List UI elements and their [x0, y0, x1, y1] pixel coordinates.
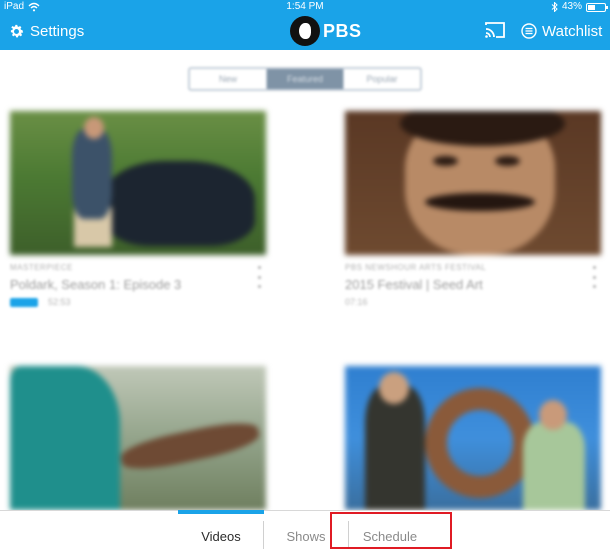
video-card[interactable]: [10, 366, 266, 510]
tab-shows[interactable]: Shows: [264, 511, 348, 560]
video-thumbnail[interactable]: [345, 366, 601, 510]
bluetooth-icon: [551, 2, 558, 12]
episode-title: 2015 Festival | Seed Art: [345, 277, 483, 292]
video-thumbnail[interactable]: [345, 111, 601, 255]
segment-popular[interactable]: Popular: [344, 69, 420, 89]
episode-title: Poldark, Season 1: Episode 3: [10, 277, 182, 292]
video-meta: PBS NEWSHOUR ARTS FESTIVAL 2015 Festival…: [345, 263, 601, 307]
more-options-icon[interactable]: [591, 266, 597, 288]
video-card[interactable]: PBS NEWSHOUR ARTS FESTIVAL 2015 Festival…: [345, 111, 601, 307]
top-bar: iPad 1:54 PM 43% Settings PBS Watchlist: [0, 0, 610, 50]
watchlist-icon: [521, 23, 537, 39]
pbs-logo: PBS: [290, 16, 362, 46]
video-meta: MASTERPIECE Poldark, Season 1: Episode 3…: [10, 263, 266, 307]
pbs-head-icon: [290, 16, 320, 46]
battery-icon: [586, 2, 608, 12]
bottom-tab-bar: Videos Shows Schedule: [0, 510, 610, 560]
settings-label: Settings: [30, 22, 85, 40]
cast-icon[interactable]: [484, 21, 506, 39]
status-bar: iPad 1:54 PM 43%: [0, 0, 610, 14]
video-filter-segmented-control: New Featured Popular: [188, 67, 422, 91]
tab-videos[interactable]: Videos: [178, 510, 264, 560]
gear-icon: [10, 24, 24, 37]
segment-featured[interactable]: Featured: [267, 69, 344, 89]
status-badge: [10, 297, 38, 307]
video-duration: 52:53: [48, 297, 71, 307]
tab-schedule[interactable]: Schedule: [348, 511, 432, 560]
battery-percent: 43%: [561, 1, 582, 12]
video-card[interactable]: MASTERPIECE Poldark, Season 1: Episode 3…: [10, 111, 266, 307]
watchlist-label: Watchlist: [542, 22, 603, 40]
pbs-logo-text: PBS: [323, 20, 362, 41]
segment-new[interactable]: New: [190, 69, 267, 89]
video-duration: 07:16: [345, 297, 368, 307]
more-options-icon[interactable]: [256, 266, 262, 288]
settings-button[interactable]: Settings: [8, 20, 84, 42]
show-name: PBS NEWSHOUR ARTS FESTIVAL: [345, 263, 487, 272]
video-card[interactable]: [345, 366, 601, 510]
status-right: 43%: [551, 0, 608, 14]
watchlist-button[interactable]: Watchlist: [521, 20, 602, 42]
show-name: MASTERPIECE: [10, 263, 73, 272]
status-time: 1:54 PM: [286, 1, 324, 12]
video-thumbnail[interactable]: [10, 366, 266, 510]
video-thumbnail[interactable]: [10, 111, 266, 255]
